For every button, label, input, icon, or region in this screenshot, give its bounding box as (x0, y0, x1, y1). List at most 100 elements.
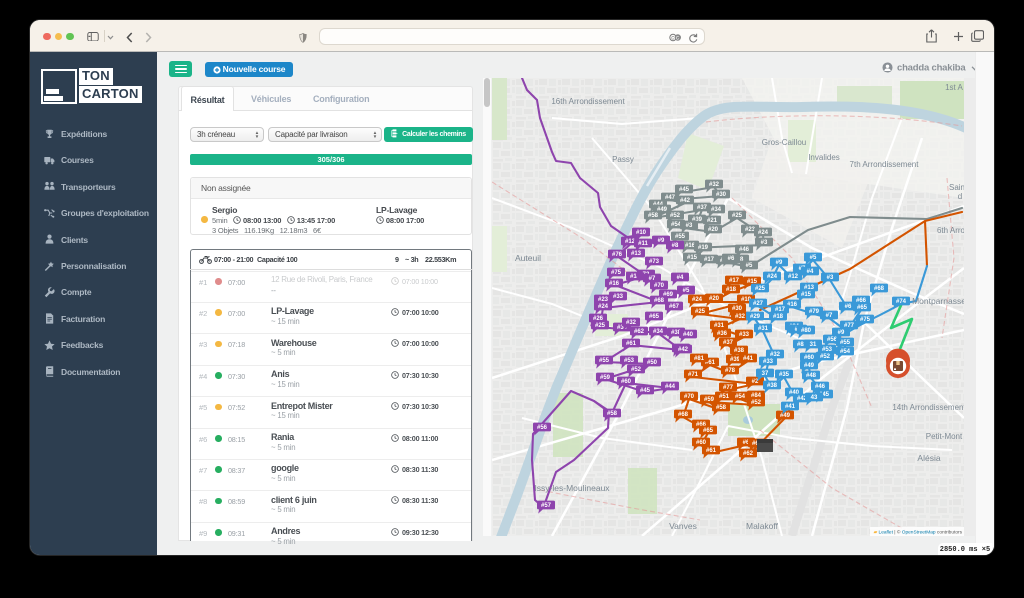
svg-text:#37: #37 (723, 340, 734, 346)
svg-text:#75: #75 (611, 270, 622, 276)
svg-text:#12: #12 (788, 274, 799, 280)
svg-text:#65: #65 (703, 428, 714, 434)
svg-text:#68: #68 (874, 286, 885, 292)
svg-text:43: 43 (811, 395, 818, 401)
svg-text:#51: #51 (719, 394, 730, 400)
svg-text:#65: #65 (857, 305, 868, 311)
svg-text:#5: #5 (683, 288, 690, 294)
svg-text:#42: #42 (680, 198, 691, 204)
svg-text:#6: #6 (728, 256, 735, 262)
svg-text:#18: #18 (726, 287, 737, 293)
svg-text:#41: #41 (785, 404, 796, 410)
svg-text:6th Arro: 6th Arro (937, 226, 964, 235)
svg-text:7th Arrondissement: 7th Arrondissement (850, 160, 920, 169)
svg-text:#20: #20 (709, 296, 720, 302)
svg-text:#4: #4 (807, 269, 814, 275)
svg-text:#61: #61 (706, 448, 717, 454)
svg-text:#59: #59 (704, 397, 715, 403)
svg-text:#52: #52 (751, 400, 762, 406)
svg-text:#49: #49 (780, 413, 791, 419)
svg-text:Malakoff: Malakoff (746, 521, 779, 531)
svg-text:#80: #80 (801, 328, 812, 334)
svg-text:Gros-Caillou: Gros-Caillou (762, 138, 806, 147)
svg-text:#5: #5 (746, 263, 753, 269)
svg-text:#34: #34 (711, 207, 722, 213)
svg-text:#25: #25 (732, 213, 743, 219)
svg-text:#9: #9 (776, 260, 783, 266)
svg-text:#38: #38 (734, 348, 745, 354)
svg-text:#25: #25 (595, 323, 606, 329)
svg-text:#77: #77 (723, 385, 734, 391)
svg-text:#21: #21 (707, 218, 718, 224)
svg-text:#71: #71 (688, 372, 699, 378)
svg-text:#60: #60 (621, 379, 632, 385)
svg-text:#6: #6 (845, 304, 852, 310)
svg-text:#60: #60 (804, 355, 815, 361)
svg-text:Petit-Mont: Petit-Mont (926, 432, 963, 441)
svg-text:#79: #79 (809, 309, 820, 315)
svg-text:#49: #49 (804, 363, 815, 369)
svg-text:#10: #10 (636, 230, 647, 236)
svg-text:16th Arrondissement: 16th Arrondissement (551, 97, 625, 106)
svg-text:Issy-les-Moulineaux: Issy-les-Moulineaux (534, 483, 610, 493)
svg-text:#24: #24 (758, 230, 769, 236)
svg-text:Vanves: Vanves (669, 521, 697, 531)
svg-text:#46: #46 (815, 384, 826, 390)
svg-text:#30: #30 (716, 192, 727, 198)
svg-text:#3: #3 (686, 223, 693, 229)
svg-text:#8: #8 (672, 243, 679, 249)
svg-text:#31: #31 (714, 323, 725, 329)
svg-text:#4: #4 (677, 275, 684, 281)
svg-text:#41: #41 (743, 356, 754, 362)
svg-text:#70: #70 (654, 283, 665, 289)
svg-text:#56: #56 (537, 425, 548, 431)
svg-text:#33: #33 (739, 332, 750, 338)
svg-text:#60: #60 (696, 440, 707, 446)
svg-text:#9: #9 (658, 238, 665, 244)
svg-text:#16: #16 (609, 281, 620, 287)
svg-text:#68: #68 (678, 412, 689, 418)
svg-text:#35: #35 (779, 372, 790, 378)
svg-text:#7: #7 (826, 313, 833, 319)
svg-text:#78: #78 (725, 368, 736, 374)
svg-text:#48: #48 (806, 373, 817, 379)
svg-text:#24: #24 (598, 304, 609, 310)
svg-text:37: 37 (762, 371, 769, 377)
svg-text:#17: #17 (704, 257, 715, 263)
svg-text:#20: #20 (708, 227, 719, 233)
svg-text:#40: #40 (683, 332, 694, 338)
svg-text:#33: #33 (763, 359, 774, 365)
svg-text:#18: #18 (773, 314, 784, 320)
svg-text:#32: #32 (626, 320, 637, 326)
svg-text:#65: #65 (649, 314, 660, 320)
svg-text:#24: #24 (767, 274, 778, 280)
svg-text:#15: #15 (687, 255, 698, 261)
svg-text:#36: #36 (717, 331, 728, 337)
svg-text:#73: #73 (649, 259, 660, 265)
svg-text:#58: #58 (607, 411, 618, 417)
svg-text:d: d (958, 192, 962, 201)
svg-text:#52: #52 (631, 367, 642, 373)
svg-text:31: 31 (810, 342, 817, 348)
svg-text:#81: #81 (694, 356, 705, 362)
svg-text:14th Arrondissement: 14th Arrondissement (892, 403, 964, 412)
svg-text:#55: #55 (840, 340, 851, 346)
svg-text:#76: #76 (612, 252, 623, 258)
svg-text:#13: #13 (631, 251, 642, 257)
svg-text:#52: #52 (820, 354, 831, 360)
svg-text:#46: #46 (739, 247, 750, 253)
svg-text:#5: #5 (810, 255, 817, 261)
svg-text:#58: #58 (648, 213, 659, 219)
svg-text:#68: #68 (654, 298, 665, 304)
svg-text:#31: #31 (758, 326, 769, 332)
svg-text:#50: #50 (647, 360, 658, 366)
svg-text:#33: #33 (613, 294, 624, 300)
svg-text:#54: #54 (840, 349, 851, 355)
svg-text:#34: #34 (653, 329, 664, 335)
svg-text:#54: #54 (735, 394, 746, 400)
svg-text:#75: #75 (860, 317, 871, 323)
svg-text:#29: #29 (750, 314, 761, 320)
svg-text:Montparnasse: Montparnasse (912, 296, 964, 306)
svg-text:#61: #61 (626, 341, 637, 347)
svg-text:#62: #62 (634, 329, 645, 335)
